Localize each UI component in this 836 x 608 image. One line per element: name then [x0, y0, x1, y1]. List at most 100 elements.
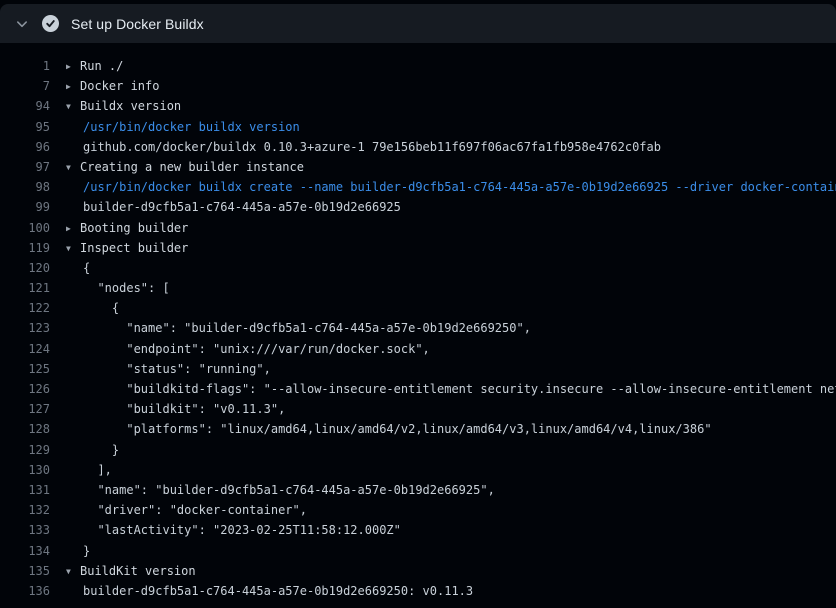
log-line: 99 builder-d9cfb5a1-c764-445a-a57e-0b19d2…	[0, 197, 836, 217]
line-number[interactable]: 120	[0, 258, 50, 278]
log-line: 124 "endpoint": "unix:///var/run/docker.…	[0, 339, 836, 359]
line-number[interactable]: 136	[0, 581, 50, 601]
line-content: github.com/docker/buildx 0.10.3+azure-1 …	[66, 137, 661, 157]
log-line: 95/usr/bin/docker buildx version	[0, 117, 836, 137]
line-number[interactable]: 133	[0, 520, 50, 540]
line-content: builder-d9cfb5a1-c764-445a-a57e-0b19d2e6…	[66, 197, 401, 217]
log-group-line[interactable]: 97 ▼Creating a new builder instance	[0, 157, 836, 177]
line-text: }	[83, 544, 90, 558]
line-number[interactable]: 125	[0, 359, 50, 379]
line-content: /usr/bin/docker buildx create --name bui…	[66, 177, 836, 197]
line-number[interactable]: 130	[0, 460, 50, 480]
line-number[interactable]: 132	[0, 500, 50, 520]
log-line: 98/usr/bin/docker buildx create --name b…	[0, 177, 836, 197]
log-line: 121 "nodes": [	[0, 278, 836, 298]
line-content: "driver": "docker-container",	[66, 500, 307, 520]
line-content: }	[66, 440, 119, 460]
line-number[interactable]: 96	[0, 137, 50, 157]
line-number[interactable]: 122	[0, 298, 50, 318]
triangle-right-icon[interactable]: ▶	[66, 77, 80, 97]
triangle-down-icon[interactable]: ▼	[66, 562, 80, 582]
line-text: github.com/docker/buildx 0.10.3+azure-1 …	[83, 140, 661, 154]
line-text: /usr/bin/docker buildx create --name bui…	[83, 180, 836, 194]
log-line: 134}	[0, 541, 836, 561]
line-number[interactable]: 127	[0, 399, 50, 419]
triangle-down-icon[interactable]: ▼	[66, 239, 80, 259]
line-number[interactable]: 99	[0, 197, 50, 217]
line-text: {	[83, 261, 90, 275]
log-group-line[interactable]: 100 ▶Booting builder	[0, 218, 836, 238]
line-text: "platforms": "linux/amd64,linux/amd64/v2…	[83, 422, 712, 436]
line-content: ▶Run ./	[66, 56, 123, 76]
line-text: "buildkit": "v0.11.3",	[83, 402, 285, 416]
chevron-down-icon[interactable]	[15, 17, 29, 31]
line-number[interactable]: 98	[0, 177, 50, 197]
line-number[interactable]: 119	[0, 238, 50, 258]
line-number[interactable]: 95	[0, 117, 50, 137]
line-content: "lastActivity": "2023-02-25T11:58:12.000…	[66, 520, 401, 540]
log-line: 123 "name": "builder-d9cfb5a1-c764-445a-…	[0, 318, 836, 338]
log-line: 122 {	[0, 298, 836, 318]
line-number[interactable]: 7	[0, 76, 50, 96]
log-line: 130 ],	[0, 460, 836, 480]
log-group-line[interactable]: 94 ▼Buildx version	[0, 96, 836, 116]
line-content: ▶Docker info	[66, 76, 159, 96]
log-line: 128 "platforms": "linux/amd64,linux/amd6…	[0, 419, 836, 439]
line-text: "status": "running",	[83, 362, 271, 376]
line-text: /usr/bin/docker buildx version	[83, 120, 300, 134]
line-text: builder-d9cfb5a1-c764-445a-a57e-0b19d2e6…	[83, 584, 473, 598]
line-content: "platforms": "linux/amd64,linux/amd64/v2…	[66, 419, 712, 439]
line-text: BuildKit version	[80, 564, 196, 578]
line-content: builder-d9cfb5a1-c764-445a-a57e-0b19d2e6…	[66, 581, 473, 601]
log-group-line[interactable]: 1 ▶Run ./	[0, 56, 836, 76]
line-content: ▼Buildx version	[66, 96, 181, 116]
line-number[interactable]: 100	[0, 218, 50, 238]
line-number[interactable]: 134	[0, 541, 50, 561]
line-content: ▼Inspect builder	[66, 238, 188, 258]
line-number[interactable]: 131	[0, 480, 50, 500]
triangle-down-icon[interactable]: ▼	[66, 158, 80, 178]
line-number[interactable]: 121	[0, 278, 50, 298]
line-text: Booting builder	[80, 221, 188, 235]
line-number[interactable]: 97	[0, 157, 50, 177]
line-number[interactable]: 94	[0, 96, 50, 116]
line-number[interactable]: 123	[0, 318, 50, 338]
log-line: 132 "driver": "docker-container",	[0, 500, 836, 520]
log-group-line[interactable]: 7 ▶Docker info	[0, 76, 836, 96]
log-line: 120 {	[0, 258, 836, 278]
line-text: "buildkitd-flags": "--allow-insecure-ent…	[83, 382, 836, 396]
line-text: "nodes": [	[83, 281, 170, 295]
line-content: ▼BuildKit version	[66, 561, 196, 581]
log-line: 125 "status": "running",	[0, 359, 836, 379]
log-line: 131 "name": "builder-d9cfb5a1-c764-445a-…	[0, 480, 836, 500]
line-content: }	[66, 541, 90, 561]
triangle-down-icon[interactable]: ▼	[66, 97, 80, 117]
line-content: "buildkit": "v0.11.3",	[66, 399, 285, 419]
log-group-line[interactable]: 135 ▼BuildKit version	[0, 561, 836, 581]
triangle-right-icon[interactable]: ▶	[66, 219, 80, 239]
line-content: "buildkitd-flags": "--allow-insecure-ent…	[66, 379, 836, 399]
step-header[interactable]: Set up Docker Buildx	[0, 4, 836, 43]
log-line: 133 "lastActivity": "2023-02-25T11:58:12…	[0, 520, 836, 540]
line-number[interactable]: 128	[0, 419, 50, 439]
line-text: builder-d9cfb5a1-c764-445a-a57e-0b19d2e6…	[83, 200, 401, 214]
line-content: {	[66, 258, 90, 278]
line-content: "name": "builder-d9cfb5a1-c764-445a-a57e…	[66, 318, 531, 338]
triangle-right-icon[interactable]: ▶	[66, 57, 80, 77]
line-content: "name": "builder-d9cfb5a1-c764-445a-a57e…	[66, 480, 495, 500]
line-text: "lastActivity": "2023-02-25T11:58:12.000…	[83, 523, 401, 537]
line-text: "name": "builder-d9cfb5a1-c764-445a-a57e…	[83, 483, 495, 497]
line-content: ],	[66, 460, 112, 480]
line-text: Buildx version	[80, 99, 181, 113]
line-number[interactable]: 129	[0, 440, 50, 460]
line-number[interactable]: 135	[0, 561, 50, 581]
log-group-line[interactable]: 119 ▼Inspect builder	[0, 238, 836, 258]
line-number[interactable]: 124	[0, 339, 50, 359]
line-text: "name": "builder-d9cfb5a1-c764-445a-a57e…	[83, 321, 531, 335]
line-text: Inspect builder	[80, 241, 188, 255]
check-circle-icon	[42, 15, 59, 32]
line-content: ▼Creating a new builder instance	[66, 157, 304, 177]
line-number[interactable]: 1	[0, 56, 50, 76]
line-content: ▶Booting builder	[66, 218, 188, 238]
line-number[interactable]: 126	[0, 379, 50, 399]
